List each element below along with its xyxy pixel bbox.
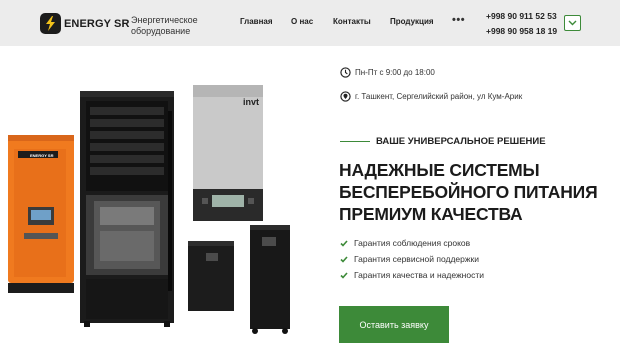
address-text: г. Ташкент, Сергелийский район, ул Кум-А… <box>355 92 523 101</box>
submit-request-button[interactable]: Оставить заявку <box>339 306 449 343</box>
nav-home[interactable]: Главная <box>240 17 273 26</box>
eyebrow-text: ВАШЕ УНИВЕРСАЛЬНОЕ РЕШЕНИЕ <box>376 136 546 147</box>
hero-eyebrow: ВАШЕ УНИВЕРСАЛЬНОЕ РЕШЕНИЕ <box>340 136 546 147</box>
invt-label: invt <box>243 97 259 107</box>
address: г. Ташкент, Сергелийский район, ул Кум-А… <box>340 91 522 102</box>
nav-more[interactable]: ••• <box>452 14 465 26</box>
map-pin-icon <box>340 91 351 102</box>
benefit-item: Гарантия соблюдения сроков <box>340 238 470 248</box>
check-icon <box>340 255 348 263</box>
headline-line-2: БЕСПЕРЕБОЙНОГО ПИТАНИЯ <box>339 182 598 202</box>
benefit-text: Гарантия качества и надежности <box>354 270 484 280</box>
phone-1[interactable]: +998 90 911 52 53 <box>486 11 557 21</box>
working-hours: Пн-Пт с 9:00 до 18:00 <box>340 67 435 78</box>
invt-inverter: invt <box>193 85 263 221</box>
headline-line-1: НАДЕЖНЫЕ СИСТЕМЫ <box>339 160 540 180</box>
chevron-down-icon <box>568 20 577 26</box>
lightning-bolt-icon <box>40 13 61 34</box>
phone-2[interactable]: +998 90 958 18 19 <box>486 26 557 36</box>
benefit-text: Гарантия соблюдения сроков <box>354 238 471 248</box>
clock-icon <box>340 67 351 78</box>
orange-inverter: ENERGY SR <box>8 135 74 293</box>
orange-unit-label: ENERGY SR <box>30 153 54 158</box>
rack-ups-cabinet <box>80 91 174 327</box>
eyebrow-divider <box>340 140 370 143</box>
phone-dropdown-button[interactable] <box>564 15 581 31</box>
nav-contacts[interactable]: Контакты <box>333 17 371 26</box>
benefit-item: Гарантия сервисной поддержки <box>340 254 479 264</box>
product-lineup-image: invt ENERGY SR <box>8 85 290 334</box>
check-icon <box>340 271 348 279</box>
headline-line-3: ПРЕМИУМ КАЧЕСТВА <box>339 204 523 224</box>
nav-about[interactable]: О нас <box>291 17 313 26</box>
tower-ups-large <box>250 225 290 334</box>
brand-tagline: Энергетическое оборудование <box>131 15 198 36</box>
logo[interactable]: ENERGY SR <box>40 13 130 34</box>
hero-headline: НАДЕЖНЫЕ СИСТЕМЫ БЕСПЕРЕБОЙНОГО ПИТАНИЯ … <box>339 159 619 225</box>
site-header: ENERGY SR Энергетическое оборудование Гл… <box>0 0 620 46</box>
working-hours-text: Пн-Пт с 9:00 до 18:00 <box>355 68 435 77</box>
benefit-text: Гарантия сервисной поддержки <box>354 254 480 264</box>
check-icon <box>340 239 348 247</box>
nav-products[interactable]: Продукция <box>390 17 434 26</box>
tower-ups-small <box>188 241 234 311</box>
brand-name: ENERGY SR <box>64 17 130 30</box>
benefit-item: Гарантия качества и надежности <box>340 270 484 280</box>
